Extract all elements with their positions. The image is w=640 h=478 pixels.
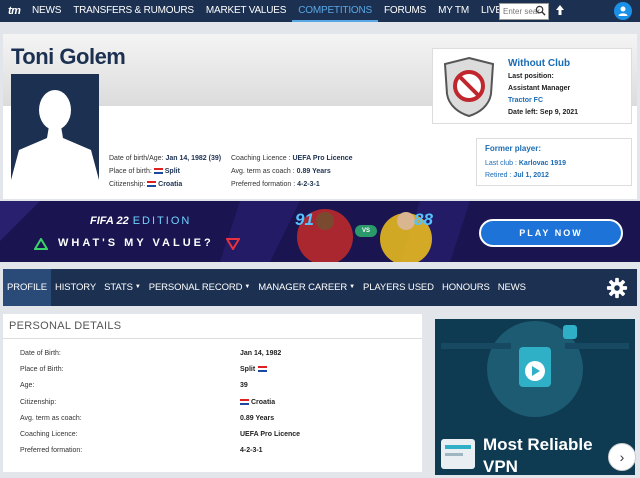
whats-my-value-text: WHAT'S MY VALUE? <box>58 237 214 249</box>
formation-value: 4-2-3-1 <box>297 181 320 188</box>
former-player-box: Former player: Last club : Karlovac 1919… <box>476 138 632 186</box>
fifa-edition: EDITION <box>132 215 192 227</box>
croatia-flag-icon <box>240 398 249 405</box>
details-label: Date of Birth: <box>20 350 61 357</box>
club-status[interactable]: Without Club <box>508 57 578 71</box>
profile-photo-placeholder <box>11 74 99 180</box>
details-label: Place of Birth: <box>20 366 64 374</box>
details-value: Croatia <box>240 399 275 406</box>
details-label: Age: <box>20 382 35 390</box>
details-row: Citizenship: Croatia <box>20 399 400 411</box>
profile-subnav: PROFILE HISTORY STATS ▼ PERSONAL RECORD ▼ MANA… <box>3 269 637 306</box>
ad-headline-line2: VPN <box>483 457 518 475</box>
caret-down-icon: ▼ <box>244 284 251 290</box>
fifa-title: FIFA 22 <box>90 215 129 227</box>
profile-facts-right: Coaching Licence : UEFA Pro Licence Avg.… <box>231 155 353 188</box>
triangle-icon <box>34 238 48 250</box>
date-left: Sep 9, 2021 <box>539 109 579 116</box>
subnav-history[interactable]: HISTORY <box>51 269 100 306</box>
dob-value: Jan 14, 1982 (39) <box>165 155 222 162</box>
avatar-silhouette-icon <box>11 90 99 180</box>
caret-down-icon: ▼ <box>349 284 355 290</box>
vpn-ad[interactable]: Most Reliable VPN <box>435 319 635 475</box>
subnav-honours[interactable]: HONOURS <box>438 269 494 306</box>
personal-details-panel: PERSONAL DETAILS Date of Birth: Jan 14, 1… <box>3 314 422 472</box>
triangle-down-icon <box>226 238 240 250</box>
vs-badge: VS <box>355 225 377 237</box>
details-value: Split <box>240 366 269 373</box>
details-value: 4-2-3-1 <box>240 447 263 455</box>
personal-details-title: PERSONAL DETAILS <box>9 320 122 332</box>
nav-item-news[interactable]: NEWS <box>26 0 67 22</box>
former-last-club-link[interactable]: Karlovac 1919 <box>519 160 566 167</box>
ad-headline-line1: Most Reliable <box>483 435 593 454</box>
details-value: 0.89 Years <box>240 414 275 422</box>
former-player-title: Former player: <box>485 144 542 153</box>
details-row: Coaching Licence: UEFA Pro Licence <box>20 431 400 443</box>
chevron-right-icon[interactable]: › <box>608 443 636 471</box>
details-label: Citizenship: <box>20 398 57 406</box>
rating-left: 91 <box>295 210 314 229</box>
play-now-button[interactable]: PLAY NOW <box>479 219 623 247</box>
caret-down-icon: ▼ <box>134 284 141 290</box>
rating-right: 88 <box>414 210 433 229</box>
gear-icon[interactable] <box>606 277 628 299</box>
croatia-flag-icon <box>147 181 157 188</box>
avg-term-value: 0.89 Years <box>296 168 331 175</box>
search-input[interactable]: Enter sear <box>499 3 549 20</box>
details-label: Preferred formation: <box>20 447 83 455</box>
subnav-players-used[interactable]: PLAYERS USED <box>359 269 438 306</box>
pob-value: Split <box>164 168 180 175</box>
subnav-stats[interactable]: STATS ▼ <box>100 269 145 306</box>
nav-item-competitions[interactable]: COMPETITIONS <box>292 0 378 22</box>
last-club-link[interactable]: Tractor FC <box>508 95 578 107</box>
details-value: UEFA Pro Licence <box>240 431 301 438</box>
nav-item-market-values[interactable]: MARKET VALUES <box>200 0 292 22</box>
details-value: Jan 14, 1982 <box>240 350 282 357</box>
details-row: Preferred formation: 4-2-3-1 <box>20 447 400 459</box>
top-nav-items: NEWS TRANSFERS & RUMOURS MARKET VALUES COMP… <box>26 0 508 22</box>
subnav-manager-career[interactable]: MANAGER CAREER ▼ <box>254 269 359 306</box>
user-account-icon[interactable] <box>614 2 632 20</box>
retired-date: Jul 1, 2012 <box>513 172 549 179</box>
current-club-box: Without Club Last position: Assistant Ma… <box>432 48 632 124</box>
details-row: Age: 39 <box>20 382 400 394</box>
subnav-news[interactable]: NEWS <box>494 269 530 306</box>
nav-item-my-tm[interactable]: MY TM <box>432 0 475 22</box>
details-row: Place of Birth: Split <box>20 366 400 378</box>
croatia-flag-icon <box>258 366 268 373</box>
details-value: 39 <box>240 382 248 390</box>
subnav-profile[interactable]: PROFILE <box>3 269 51 306</box>
details-row: Date of Birth: Jan 14, 1982 <box>20 350 400 362</box>
profile-facts-left: Date of birth/Age: Jan 14, 1982 (39) Pla… <box>109 155 222 188</box>
profile-header: Toni Golem Date of birth/Age: Jan 14, 19… <box>3 34 637 199</box>
nav-item-transfers-rumours[interactable]: TRANSFERS & RUMOURS <box>67 0 200 22</box>
search-icon[interactable] <box>535 5 546 16</box>
details-label: Avg. term as coach: <box>20 414 82 422</box>
licence-value: UEFA Pro Licence <box>292 155 353 162</box>
scroll-top-icon[interactable] <box>553 4 567 19</box>
page-title: Toni Golem <box>11 44 126 69</box>
without-club-shield-icon <box>443 56 495 118</box>
details-row: Avg. term as coach: 0.89 Years <box>20 415 400 427</box>
details-label: Coaching Licence: <box>20 431 78 438</box>
subnav-personal-record[interactable]: PERSONAL RECORD ▼ <box>145 269 255 306</box>
last-position: Assistant Manager <box>508 85 571 92</box>
citizenship-value: Croatia <box>158 181 183 188</box>
nav-item-forums[interactable]: FORUMS <box>378 0 432 22</box>
croatia-flag-icon <box>153 168 163 175</box>
